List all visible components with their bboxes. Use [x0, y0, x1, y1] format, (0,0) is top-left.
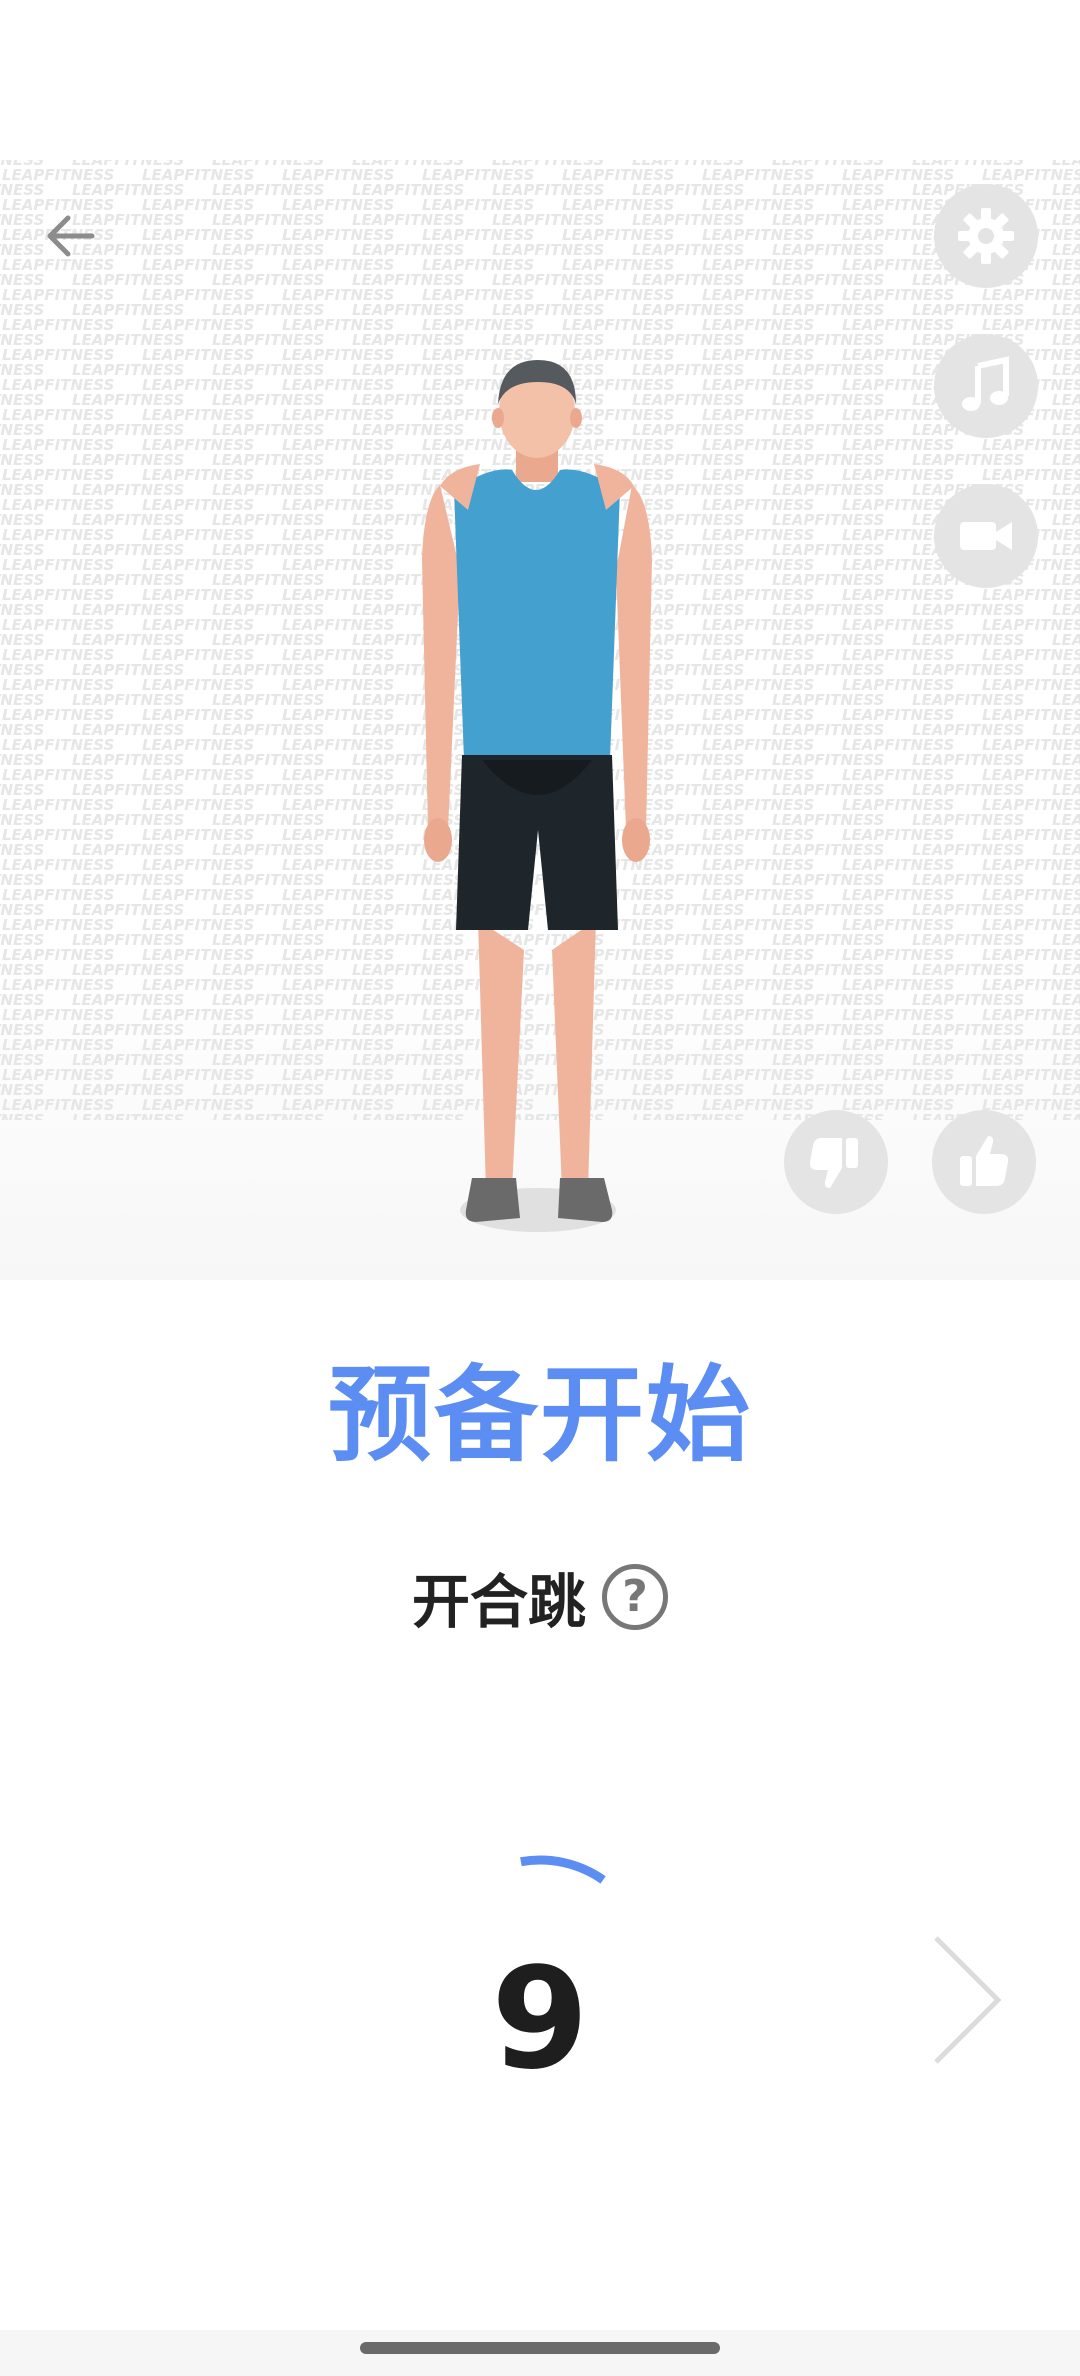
video-camera-icon [960, 522, 1012, 550]
workout-ready-screen: LEAPFITNESS LEAPFITNESS [0, 0, 1080, 2376]
next-button[interactable] [928, 1930, 1008, 2070]
settings-button[interactable] [934, 184, 1038, 288]
music-note-icon [962, 356, 1009, 411]
exercise-name: 开合跳 [411, 1568, 586, 1636]
dislike-button[interactable] [784, 1110, 888, 1214]
like-button[interactable] [932, 1110, 1036, 1214]
music-button[interactable] [934, 334, 1038, 438]
help-icon[interactable]: ? [602, 1564, 668, 1630]
exercise-figure [422, 360, 652, 1232]
video-button[interactable] [934, 484, 1038, 588]
arrow-left-icon [47, 215, 95, 257]
home-indicator[interactable] [360, 2342, 720, 2354]
back-button[interactable] [34, 200, 106, 272]
thumbs-down-icon [809, 1138, 858, 1188]
exercise-illustration-area: LEAPFITNESS LEAPFITNESS [0, 160, 1080, 1280]
countdown-number: 9 [491, 1938, 589, 2101]
chevron-right-icon [934, 1936, 1002, 2064]
exercise-row: 开合跳 ? [0, 1562, 1080, 1636]
ready-title: 预备开始 [327, 1354, 752, 1476]
gear-icon [958, 208, 1014, 264]
thumbs-up-icon [960, 1136, 1009, 1186]
